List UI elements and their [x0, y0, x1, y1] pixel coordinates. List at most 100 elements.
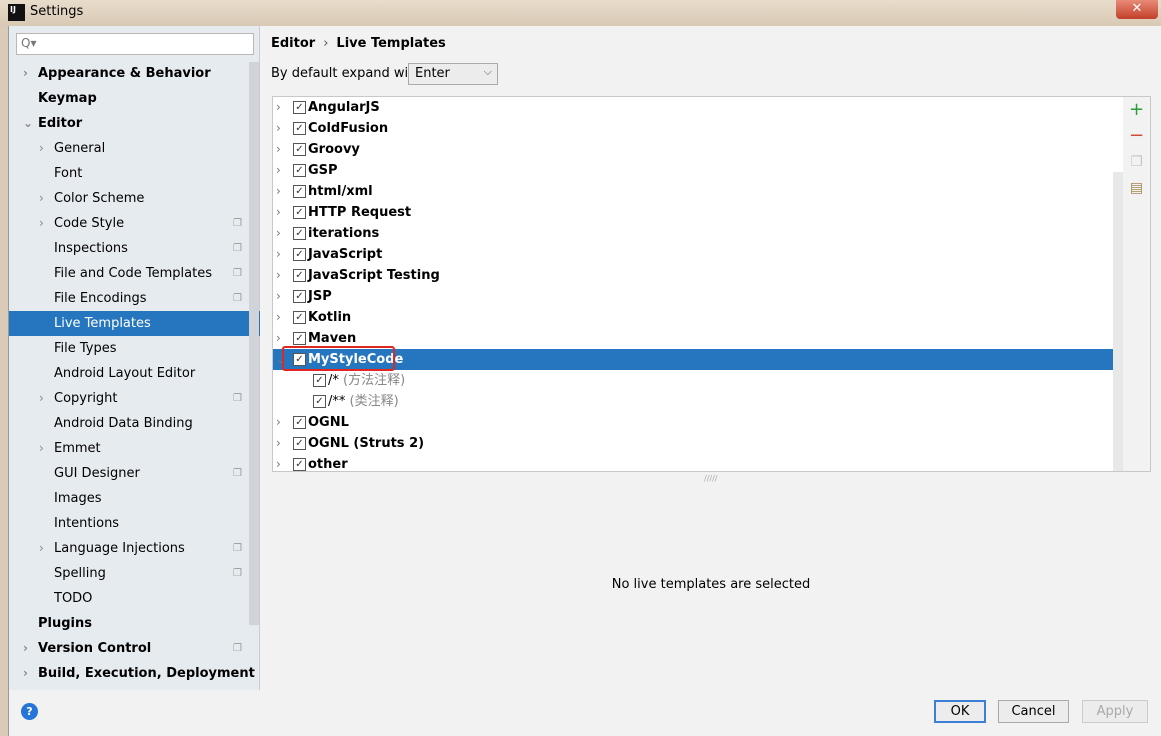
- sidebar-item-font[interactable]: Font: [9, 161, 249, 186]
- sidebar-item-code-style[interactable]: › Code Style ❐: [9, 211, 249, 236]
- sidebar-item-language-injections[interactable]: › Language Injections ❐: [9, 536, 249, 561]
- splitter-handle[interactable]: /////: [704, 474, 717, 483]
- template-group[interactable]: › ✓ Groovy: [273, 139, 1123, 160]
- apply-button[interactable]: Apply: [1082, 700, 1148, 723]
- template-group-icon[interactable]: ▤: [1123, 175, 1150, 201]
- cancel-button[interactable]: Cancel: [998, 700, 1069, 723]
- sidebar-item-color-scheme[interactable]: › Color Scheme: [9, 186, 249, 211]
- sidebar-item-android-layout-editor[interactable]: Android Layout Editor: [9, 361, 249, 386]
- chevron-right-icon[interactable]: ›: [276, 202, 281, 223]
- sidebar-item-keymap[interactable]: Keymap: [9, 86, 249, 111]
- chevron-down-icon[interactable]: ⌄: [23, 111, 33, 136]
- chevron-right-icon[interactable]: ›: [23, 61, 28, 86]
- chevron-right-icon[interactable]: ›: [276, 118, 281, 139]
- chevron-right-icon[interactable]: ›: [23, 661, 28, 686]
- sidebar-item-copyright[interactable]: › Copyright ❐: [9, 386, 249, 411]
- checkbox[interactable]: ✓: [293, 458, 306, 471]
- template-group[interactable]: › ✓ OGNL: [273, 412, 1123, 433]
- chevron-right-icon[interactable]: ›: [276, 307, 281, 328]
- template-group[interactable]: › ✓ AngularJS: [273, 97, 1123, 118]
- chevron-right-icon[interactable]: ›: [276, 139, 281, 160]
- sidebar-item-android-data-binding[interactable]: Android Data Binding: [9, 411, 249, 436]
- breadcrumb-parent[interactable]: Editor: [271, 36, 315, 51]
- checkbox[interactable]: ✓: [293, 101, 306, 114]
- sidebar-scrollbar[interactable]: [249, 62, 259, 625]
- checkbox[interactable]: ✓: [293, 206, 306, 219]
- checkbox[interactable]: ✓: [293, 164, 306, 177]
- sidebar-item-inspections[interactable]: Inspections ❐: [9, 236, 249, 261]
- chevron-right-icon[interactable]: ›: [276, 433, 281, 454]
- template-group[interactable]: › ✓ JavaScript: [273, 244, 1123, 265]
- chevron-right-icon[interactable]: ›: [276, 244, 281, 265]
- sidebar-item-editor[interactable]: ⌄ Editor: [9, 111, 249, 136]
- chevron-right-icon[interactable]: ›: [276, 160, 281, 181]
- checkbox[interactable]: ✓: [293, 227, 306, 240]
- sidebar-item-todo[interactable]: TODO: [9, 586, 249, 611]
- checkbox[interactable]: ✓: [293, 122, 306, 135]
- checkbox[interactable]: ✓: [293, 437, 306, 450]
- chevron-right-icon[interactable]: ›: [39, 186, 44, 211]
- checkbox[interactable]: ✓: [293, 143, 306, 156]
- sidebar-item-version-control[interactable]: › Version Control ❐: [9, 636, 249, 661]
- chevron-right-icon[interactable]: ›: [276, 265, 281, 286]
- chevron-right-icon[interactable]: ›: [276, 412, 281, 433]
- chevron-right-icon[interactable]: ›: [39, 136, 44, 161]
- checkbox[interactable]: ✓: [313, 374, 326, 387]
- template-group[interactable]: › ✓ OGNL (Struts 2): [273, 433, 1123, 454]
- checkbox[interactable]: ✓: [293, 416, 306, 429]
- checkbox[interactable]: ✓: [293, 185, 306, 198]
- sidebar-item-images[interactable]: Images: [9, 486, 249, 511]
- checkbox[interactable]: ✓: [293, 248, 306, 261]
- sidebar-item-emmet[interactable]: › Emmet: [9, 436, 249, 461]
- checkbox[interactable]: ✓: [313, 395, 326, 408]
- sidebar-item-spelling[interactable]: Spelling ❐: [9, 561, 249, 586]
- chevron-right-icon[interactable]: ›: [276, 181, 281, 202]
- chevron-right-icon[interactable]: ›: [39, 211, 44, 236]
- chevron-right-icon[interactable]: ›: [276, 286, 281, 307]
- add-icon[interactable]: +: [1123, 97, 1150, 123]
- sidebar-item-plugins[interactable]: Plugins: [9, 611, 249, 636]
- chevron-right-icon[interactable]: ›: [276, 454, 281, 471]
- chevron-right-icon[interactable]: ›: [39, 436, 44, 461]
- remove-icon[interactable]: −: [1123, 123, 1150, 149]
- checkbox[interactable]: ✓: [293, 290, 306, 303]
- chevron-right-icon[interactable]: ›: [23, 636, 28, 661]
- chevron-right-icon[interactable]: ›: [276, 223, 281, 244]
- sidebar-item-file-encodings[interactable]: File Encodings ❐: [9, 286, 249, 311]
- sidebar-item-intentions[interactable]: Intentions: [9, 511, 249, 536]
- template-group[interactable]: ⌄ ✓ MyStyleCode: [273, 346, 1123, 371]
- template-group[interactable]: › ✓ iterations: [273, 223, 1123, 244]
- template-group[interactable]: › ✓ ColdFusion: [273, 118, 1123, 139]
- copy-icon[interactable]: ❐: [1123, 149, 1150, 175]
- template-item[interactable]: ✓/** (类注释): [273, 391, 1123, 412]
- checkbox[interactable]: ✓: [293, 311, 306, 324]
- sidebar-item-file-types[interactable]: File Types: [9, 336, 249, 361]
- sidebar-item-gui-designer[interactable]: GUI Designer ❐: [9, 461, 249, 486]
- template-item[interactable]: ✓/* (方法注释): [273, 370, 1123, 391]
- checkbox[interactable]: ✓: [293, 332, 306, 345]
- expand-with-dropdown[interactable]: Enter ⌵: [408, 63, 498, 85]
- sidebar-item-general[interactable]: › General: [9, 136, 249, 161]
- sidebar-item-build-execution-deployment[interactable]: › Build, Execution, Deployment: [9, 661, 255, 686]
- list-scrollbar[interactable]: [1113, 172, 1123, 471]
- template-group[interactable]: › ✓ GSP: [273, 160, 1123, 181]
- close-button[interactable]: ✕: [1116, 0, 1158, 19]
- sidebar-item-file-and-code-templates[interactable]: File and Code Templates ❐: [9, 261, 249, 286]
- chevron-right-icon[interactable]: ›: [276, 328, 281, 349]
- template-group[interactable]: › ✓ html/xml: [273, 181, 1123, 202]
- template-group[interactable]: › ✓ Kotlin: [273, 307, 1123, 328]
- template-group[interactable]: › ✓ JavaScript Testing: [273, 265, 1123, 286]
- template-group[interactable]: › ✓ HTTP Request: [273, 202, 1123, 223]
- sidebar-item-live-templates[interactable]: Live Templates: [9, 311, 260, 336]
- sidebar-item-appearance-behavior[interactable]: › Appearance & Behavior: [9, 61, 249, 86]
- chevron-right-icon[interactable]: ›: [276, 97, 281, 118]
- ok-button[interactable]: OK: [934, 700, 986, 723]
- checkbox[interactable]: ✓: [293, 269, 306, 282]
- chevron-right-icon[interactable]: ›: [39, 536, 44, 561]
- template-group[interactable]: › ✓ other: [273, 454, 1123, 471]
- chevron-right-icon[interactable]: ›: [39, 386, 44, 411]
- template-group[interactable]: › ✓ JSP: [273, 286, 1123, 307]
- help-icon[interactable]: ?: [21, 703, 38, 720]
- search-input[interactable]: Q▾: [16, 33, 254, 55]
- template-group[interactable]: › ✓ Maven: [273, 328, 1123, 349]
